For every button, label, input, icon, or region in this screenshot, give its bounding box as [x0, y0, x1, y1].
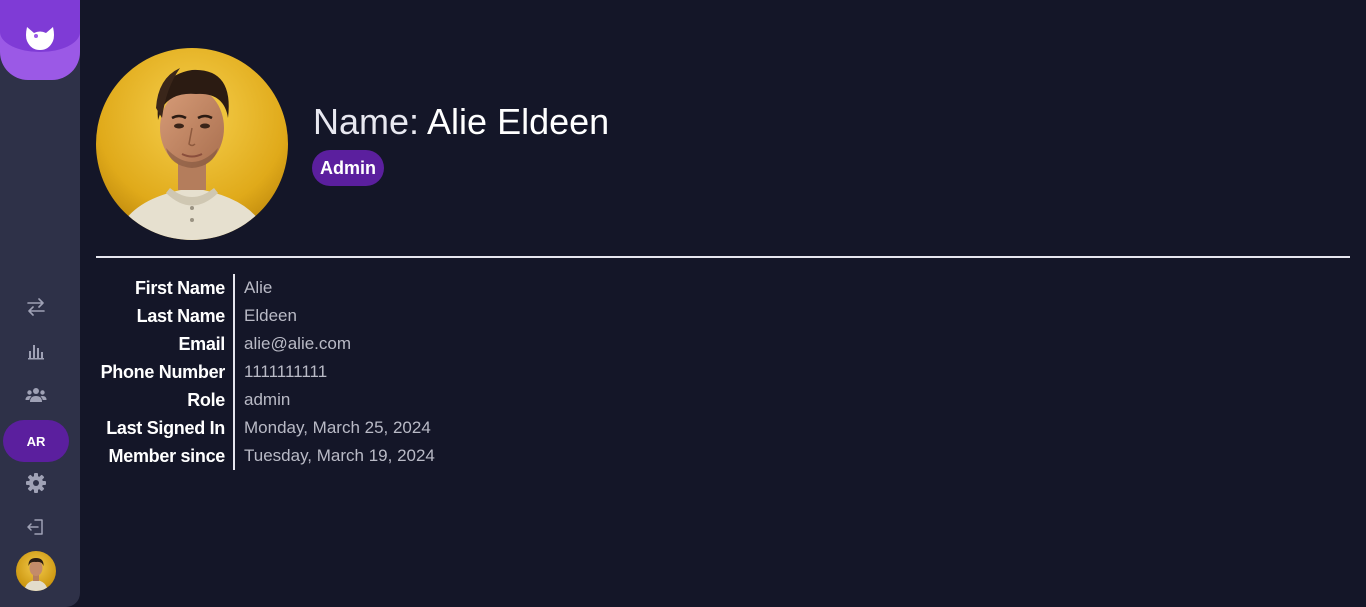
detail-label: Last Name [136, 306, 226, 326]
detail-value: alie@alie.com [244, 334, 352, 353]
detail-value: 1111111111 [244, 362, 328, 381]
statistics-nav-button[interactable] [14, 338, 58, 368]
detail-row-member-since: Member since Tuesday, March 19, 2024 [96, 442, 496, 470]
profile-main: Name: Alie Eldeen Admin First Name Alie … [96, 0, 1350, 607]
detail-label: Member since [108, 446, 226, 466]
detail-label: Last Signed In [106, 418, 225, 438]
settings-nav-button[interactable] [14, 470, 58, 500]
detail-value: Alie [244, 278, 273, 297]
profile-avatar [96, 48, 288, 240]
detail-row-last-name: Last Name Eldeen [96, 302, 496, 330]
name-prefix: Name: [313, 101, 420, 142]
users-icon [25, 387, 47, 408]
transactions-nav-button[interactable] [14, 294, 58, 324]
detail-row-last-signed-in: Last Signed In Monday, March 25, 2024 [96, 414, 496, 442]
detail-value: Eldeen [244, 306, 297, 325]
detail-label: First Name [134, 278, 225, 298]
detail-value: Monday, March 25, 2024 [244, 418, 431, 437]
role-badge: Admin [312, 150, 384, 186]
profile-name: Alie Eldeen [427, 101, 610, 142]
section-divider [96, 256, 1350, 258]
detail-row-email: Email alie@alie.com [96, 330, 496, 358]
detail-label: Phone Number [100, 362, 226, 382]
logo[interactable] [0, 0, 80, 80]
language-toggle-button[interactable]: AR [3, 420, 69, 462]
logout-nav-button[interactable] [14, 514, 58, 544]
users-nav-button[interactable] [14, 382, 58, 412]
gear-icon [25, 472, 47, 499]
detail-row-role: Role admin [96, 386, 496, 414]
profile-details-table: First Name Alie Last Name Eldeen Email a… [96, 274, 496, 470]
cat-logo-icon [24, 24, 56, 57]
bar-chart-icon [27, 342, 45, 365]
transfer-arrows-icon [26, 297, 46, 321]
detail-value: Tuesday, March 19, 2024 [244, 446, 435, 465]
user-avatar-small[interactable] [16, 551, 56, 591]
sidebar: AR [0, 0, 80, 607]
detail-label: Role [187, 390, 225, 410]
logout-icon [26, 518, 46, 541]
profile-name-heading: Name: Alie Eldeen [313, 100, 609, 144]
detail-value: admin [244, 390, 291, 409]
detail-row-first-name: First Name Alie [96, 274, 496, 302]
detail-row-phone-number: Phone Number 1111111111 [96, 358, 496, 386]
detail-label: Email [178, 334, 225, 354]
